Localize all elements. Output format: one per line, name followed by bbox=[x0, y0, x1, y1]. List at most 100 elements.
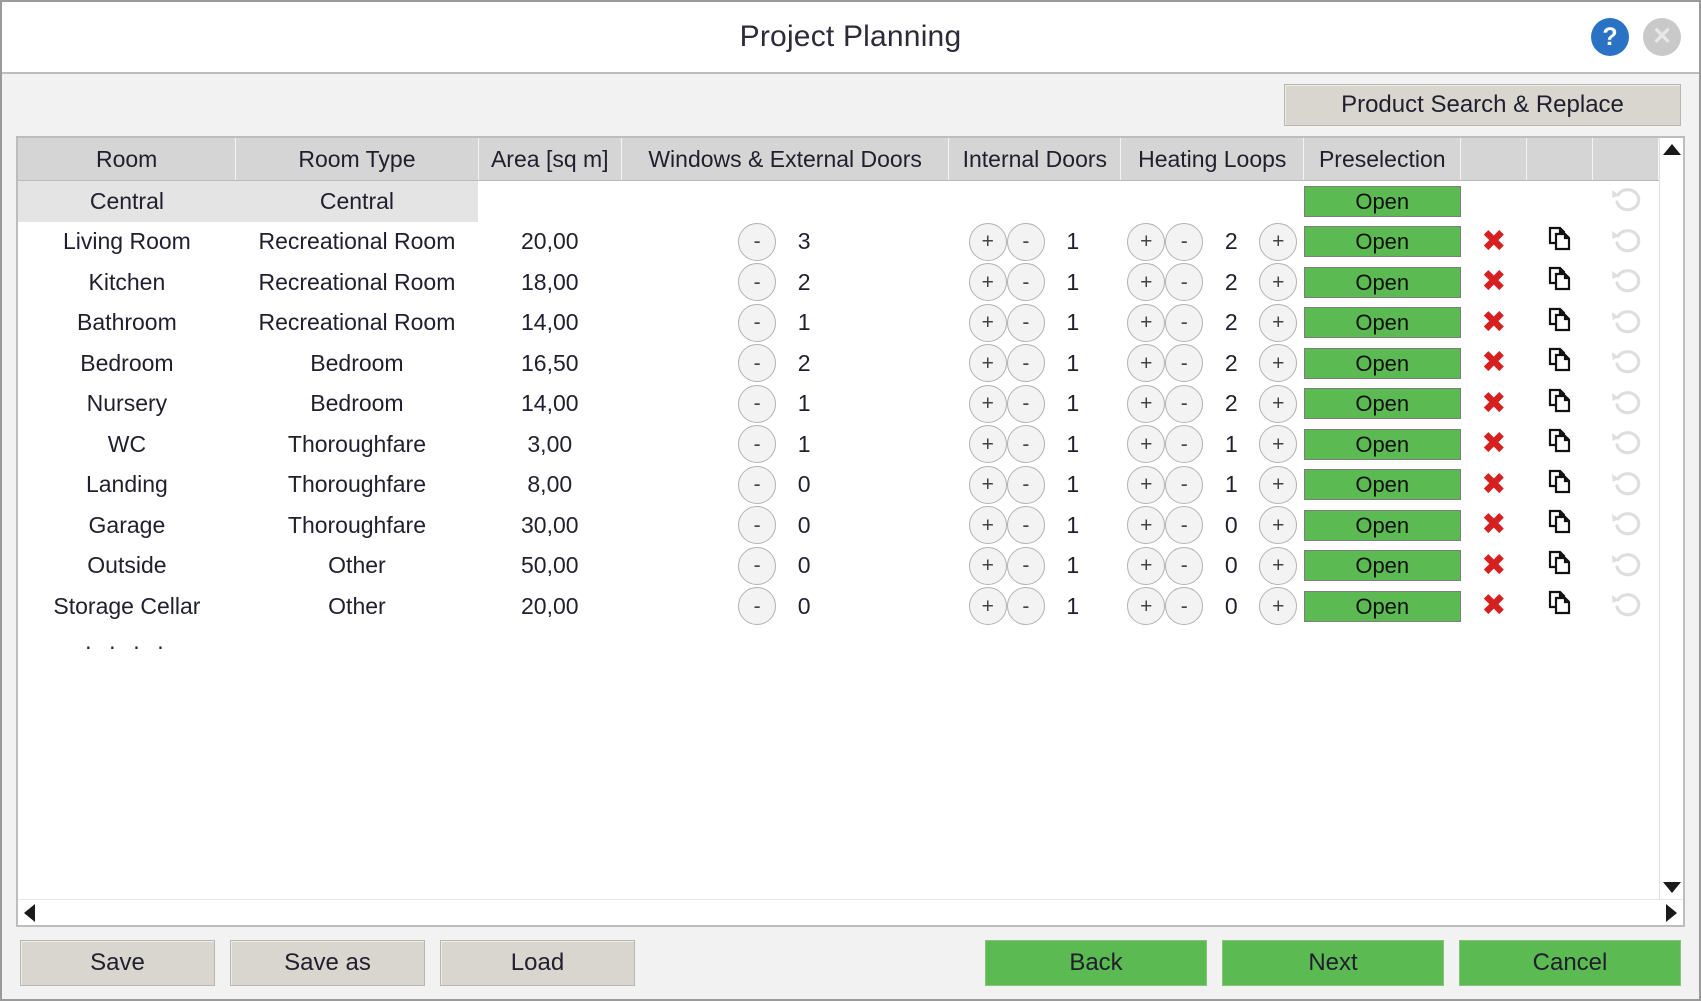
cell-room-type[interactable]: Thoroughfare bbox=[236, 424, 478, 465]
windows-decrement-button[interactable]: - bbox=[738, 384, 777, 423]
open-button[interactable]: Open bbox=[1303, 590, 1461, 622]
cell-room[interactable]: Garage bbox=[18, 505, 236, 546]
col-preselection[interactable]: Preselection bbox=[1303, 138, 1462, 181]
internal-doors-increment-button[interactable]: + bbox=[1127, 303, 1166, 342]
cell-room[interactable]: WC bbox=[18, 424, 236, 465]
delete-row-icon[interactable]: ✖ bbox=[1481, 305, 1506, 340]
internal-doors-increment-button[interactable]: + bbox=[1127, 344, 1166, 383]
cell-area[interactable]: 20,00 bbox=[478, 222, 621, 263]
heating-loops-decrement-button[interactable]: - bbox=[1165, 425, 1204, 464]
cell-room[interactable]: Storage Cellar bbox=[18, 586, 236, 627]
cell-area[interactable]: 18,00 bbox=[478, 262, 621, 303]
scroll-down-icon[interactable] bbox=[1662, 882, 1681, 893]
col-windows-external-doors[interactable]: Windows & External Doors bbox=[621, 138, 950, 181]
internal-doors-decrement-button[interactable]: - bbox=[1006, 587, 1045, 626]
cell-area[interactable]: 50,00 bbox=[478, 546, 621, 587]
heating-loops-increment-button[interactable]: + bbox=[1259, 465, 1298, 504]
next-button[interactable]: Next bbox=[1222, 940, 1444, 986]
heating-loops-decrement-button[interactable]: - bbox=[1165, 222, 1204, 261]
undo-icon[interactable] bbox=[1609, 183, 1643, 219]
duplicate-row-icon[interactable] bbox=[1547, 266, 1573, 298]
heating-loops-increment-button[interactable]: + bbox=[1259, 546, 1298, 585]
windows-increment-button[interactable]: + bbox=[968, 425, 1007, 464]
windows-decrement-button[interactable]: - bbox=[738, 465, 777, 504]
undo-icon[interactable] bbox=[1609, 588, 1643, 624]
internal-doors-increment-button[interactable]: + bbox=[1127, 506, 1166, 545]
col-room[interactable]: Room bbox=[18, 138, 237, 181]
scroll-up-icon[interactable] bbox=[1662, 144, 1681, 155]
windows-increment-button[interactable]: + bbox=[968, 587, 1007, 626]
cell-room[interactable]: Nursery bbox=[18, 384, 236, 425]
undo-icon[interactable] bbox=[1609, 507, 1643, 543]
open-button[interactable]: Open bbox=[1303, 266, 1461, 298]
internal-doors-decrement-button[interactable]: - bbox=[1006, 506, 1045, 545]
vertical-scrollbar[interactable] bbox=[1659, 138, 1683, 899]
internal-doors-increment-button[interactable]: + bbox=[1127, 465, 1166, 504]
windows-decrement-button[interactable]: - bbox=[738, 303, 777, 342]
cancel-button[interactable]: Cancel bbox=[1459, 940, 1681, 986]
internal-doors-decrement-button[interactable]: - bbox=[1006, 465, 1045, 504]
cell-room[interactable]: Landing bbox=[18, 465, 236, 506]
help-icon[interactable]: ? bbox=[1591, 18, 1629, 56]
cell-area[interactable]: 20,00 bbox=[478, 586, 621, 627]
internal-doors-decrement-button[interactable]: - bbox=[1006, 384, 1045, 423]
duplicate-row-icon[interactable] bbox=[1547, 590, 1573, 622]
internal-doors-decrement-button[interactable]: - bbox=[1006, 546, 1045, 585]
heating-loops-decrement-button[interactable]: - bbox=[1165, 263, 1204, 302]
cell-room-type[interactable]: Other bbox=[236, 546, 478, 587]
open-button[interactable]: Open bbox=[1303, 469, 1461, 501]
duplicate-row-icon[interactable] bbox=[1547, 388, 1573, 420]
cell-room[interactable]: Living Room bbox=[18, 222, 236, 263]
windows-decrement-button[interactable]: - bbox=[738, 344, 777, 383]
internal-doors-increment-button[interactable]: + bbox=[1127, 222, 1166, 261]
cell-area[interactable]: 16,50 bbox=[478, 343, 621, 384]
open-button[interactable]: Open bbox=[1303, 388, 1461, 420]
cell-area[interactable]: 14,00 bbox=[478, 384, 621, 425]
cell-room-type[interactable]: Bedroom bbox=[236, 384, 478, 425]
heating-loops-increment-button[interactable]: + bbox=[1259, 222, 1298, 261]
open-button[interactable]: Open bbox=[1303, 509, 1461, 541]
internal-doors-increment-button[interactable]: + bbox=[1127, 384, 1166, 423]
save-as-button[interactable]: Save as bbox=[230, 940, 425, 986]
heating-loops-increment-button[interactable]: + bbox=[1259, 587, 1298, 626]
open-button[interactable]: Open bbox=[1303, 550, 1461, 582]
internal-doors-increment-button[interactable]: + bbox=[1127, 587, 1166, 626]
open-button[interactable]: Open bbox=[1303, 226, 1461, 258]
cell-room[interactable]: Bathroom bbox=[18, 303, 236, 344]
delete-row-icon[interactable]: ✖ bbox=[1481, 386, 1506, 421]
internal-doors-decrement-button[interactable]: - bbox=[1006, 303, 1045, 342]
heating-loops-decrement-button[interactable]: - bbox=[1165, 303, 1204, 342]
heating-loops-increment-button[interactable]: + bbox=[1259, 506, 1298, 545]
horizontal-scrollbar[interactable] bbox=[18, 899, 1683, 925]
col-room-type[interactable]: Room Type bbox=[235, 138, 479, 181]
scroll-right-icon[interactable] bbox=[1666, 903, 1677, 922]
duplicate-row-icon[interactable] bbox=[1547, 509, 1573, 541]
delete-row-icon[interactable]: ✖ bbox=[1481, 264, 1506, 299]
open-button[interactable]: Open bbox=[1303, 428, 1461, 460]
delete-row-icon[interactable]: ✖ bbox=[1481, 467, 1506, 502]
internal-doors-decrement-button[interactable]: - bbox=[1006, 344, 1045, 383]
internal-doors-decrement-button[interactable]: - bbox=[1006, 263, 1045, 302]
duplicate-row-icon[interactable] bbox=[1547, 550, 1573, 582]
cell-room-type[interactable]: Bedroom bbox=[236, 343, 478, 384]
close-icon[interactable]: ✕ bbox=[1643, 18, 1681, 56]
duplicate-row-icon[interactable] bbox=[1547, 307, 1573, 339]
undo-icon[interactable] bbox=[1609, 305, 1643, 341]
delete-row-icon[interactable]: ✖ bbox=[1481, 507, 1506, 542]
cell-area[interactable]: 30,00 bbox=[478, 505, 621, 546]
windows-decrement-button[interactable]: - bbox=[738, 222, 777, 261]
windows-increment-button[interactable]: + bbox=[968, 344, 1007, 383]
undo-icon[interactable] bbox=[1609, 426, 1643, 462]
heating-loops-decrement-button[interactable]: - bbox=[1165, 344, 1204, 383]
col-area[interactable]: Area [sq m] bbox=[478, 138, 623, 181]
heating-loops-increment-button[interactable]: + bbox=[1259, 384, 1298, 423]
heating-loops-increment-button[interactable]: + bbox=[1259, 344, 1298, 383]
heating-loops-decrement-button[interactable]: - bbox=[1165, 384, 1204, 423]
duplicate-row-icon[interactable] bbox=[1547, 347, 1573, 379]
internal-doors-decrement-button[interactable]: - bbox=[1006, 425, 1045, 464]
windows-increment-button[interactable]: + bbox=[968, 546, 1007, 585]
heating-loops-decrement-button[interactable]: - bbox=[1165, 506, 1204, 545]
windows-increment-button[interactable]: + bbox=[968, 384, 1007, 423]
undo-icon[interactable] bbox=[1609, 467, 1643, 503]
duplicate-row-icon[interactable] bbox=[1547, 428, 1573, 460]
